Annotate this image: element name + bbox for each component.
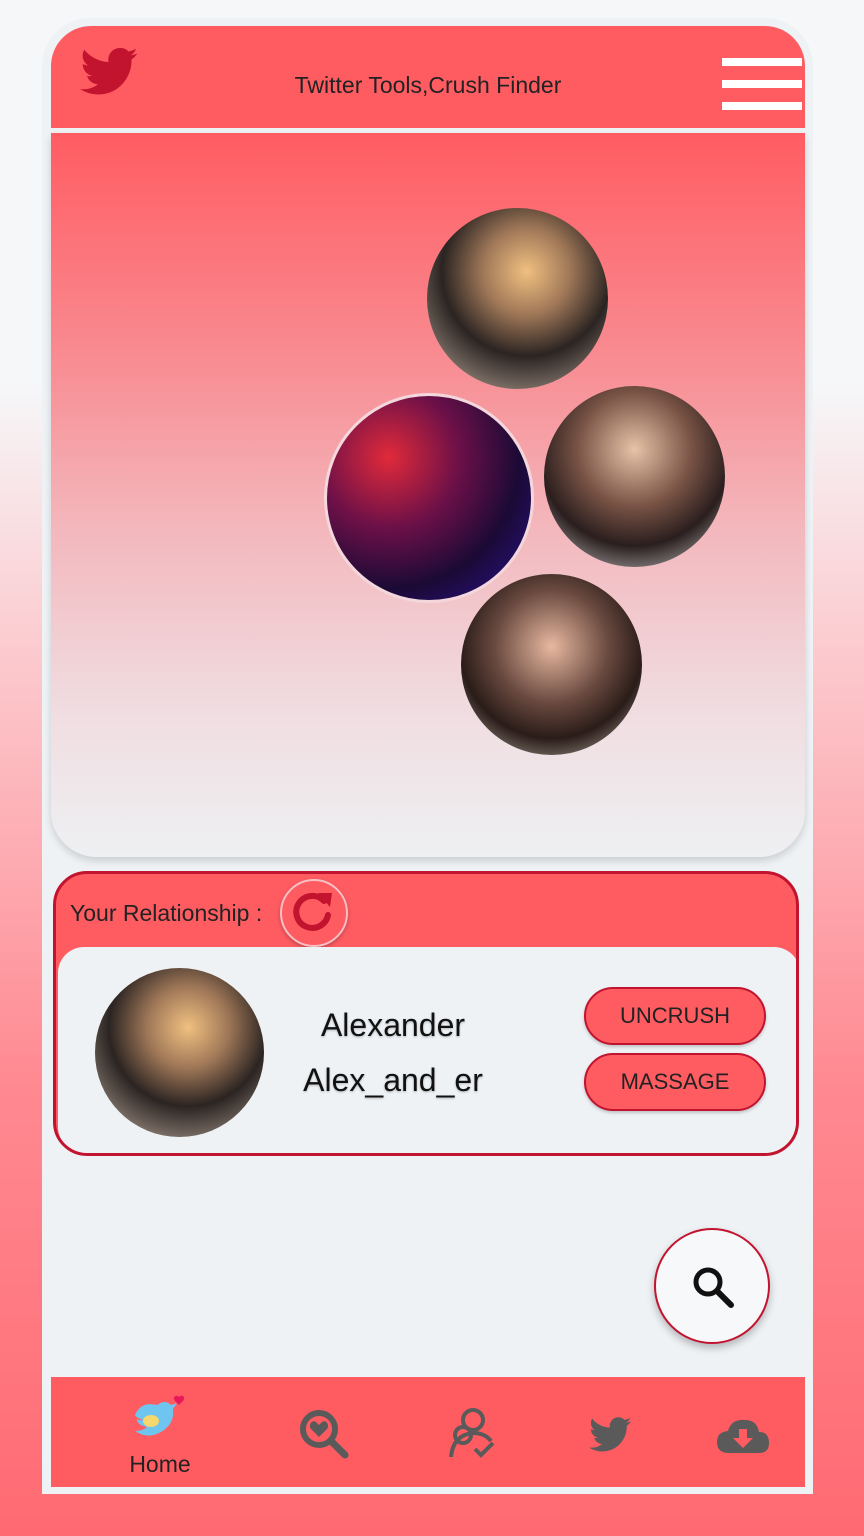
crush-avatar-1[interactable] [427,208,608,389]
uncrush-button[interactable]: UNCRUSH [584,987,766,1045]
nav-item-twitter[interactable] [567,1377,657,1487]
refresh-button[interactable] [280,879,348,947]
search-heart-icon [300,1410,349,1459]
relationship-details: Alexander Alex_and_er UNCRUSH MASSAGE [58,947,796,1153]
massage-button[interactable]: MASSAGE [584,1053,766,1111]
nav-label-home: Home [129,1451,191,1477]
refresh-icon [293,892,332,931]
app-screen: Twitter Tools,Crush Finder Your Relation… [42,18,813,1494]
relationship-avatar[interactable] [95,968,264,1137]
hamburger-menu-icon[interactable] [722,58,802,110]
app-header: Twitter Tools,Crush Finder [51,26,805,128]
nav-item-followers[interactable] [429,1377,519,1487]
relationship-label: Your Relationship : [70,900,263,926]
relationship-handle: Alex_and_er [303,1062,483,1098]
user-check-icon [449,1408,495,1458]
crush-avatar-4[interactable] [461,574,642,755]
app-title: Twitter Tools,Crush Finder [294,72,562,98]
crush-bubbles-panel [51,133,805,857]
relationship-card: Your Relationship : Alexander Alex_and_e… [53,871,799,1156]
crush-avatar-3[interactable] [544,386,725,567]
nav-item-download[interactable] [701,1377,791,1487]
search-fab-button[interactable] [654,1228,770,1344]
relationship-name: Alexander [320,1007,466,1043]
nav-item-home[interactable]: Home [101,1377,219,1487]
twitter-bird-icon [589,1417,632,1452]
cloud-download-icon [717,1419,769,1453]
search-icon [693,1267,734,1308]
crush-avatar-2[interactable] [324,393,534,603]
nav-item-search-crush[interactable] [287,1377,377,1487]
bottom-navigation: Home [51,1377,805,1487]
bird-heart-icon [135,1395,185,1436]
